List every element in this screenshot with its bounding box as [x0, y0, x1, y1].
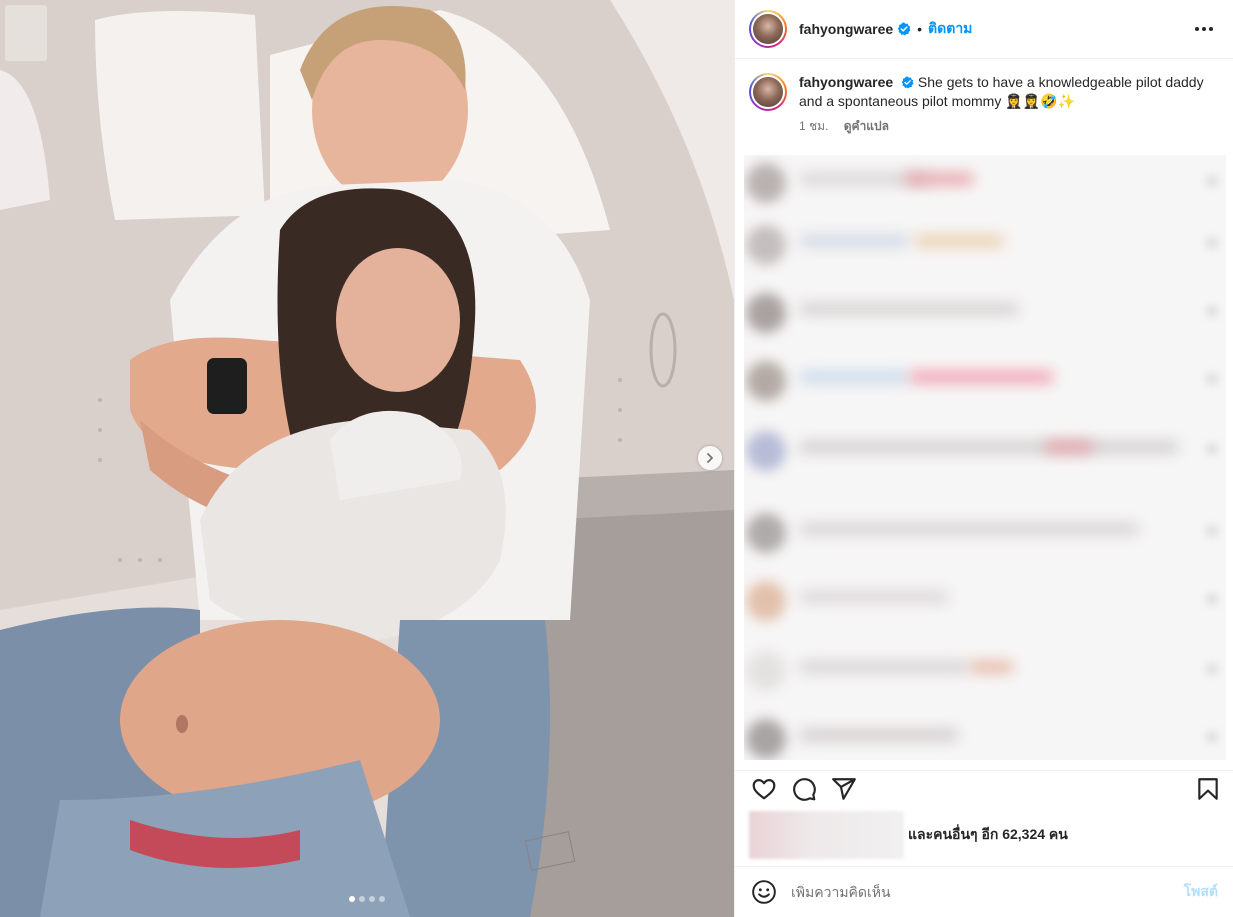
comment-bubble-icon[interactable]: [791, 776, 817, 802]
caption-avatar[interactable]: [749, 73, 787, 111]
caption-meta: 1 ชม. ดูคำแปล: [799, 117, 1219, 136]
post-side-panel: fahyongwaree • ติดตาม fahyongwaree She g…: [734, 0, 1233, 917]
avatar[interactable]: [749, 10, 787, 48]
comment-avatar: [746, 719, 786, 759]
comment-text-blurred: [969, 661, 1014, 673]
comment-like-icon[interactable]: [1206, 443, 1218, 455]
comment-item[interactable]: [744, 357, 1226, 407]
comment-avatar: [746, 513, 786, 553]
comment-item[interactable]: [744, 577, 1226, 627]
comment-text-blurred: [799, 591, 949, 603]
carousel-dot: [359, 896, 365, 902]
see-translation-link[interactable]: ดูคำแปล: [844, 119, 889, 133]
comments-list[interactable]: [744, 155, 1226, 760]
likes-summary[interactable]: และคนอื่นๆ อีก 62,324 คน: [749, 811, 1219, 859]
comment-item[interactable]: [744, 509, 1226, 559]
comment-text-blurred: [1044, 441, 1094, 453]
comment-item[interactable]: [744, 715, 1226, 760]
comment-text-blurred: [909, 371, 1054, 383]
comment-item[interactable]: [744, 647, 1226, 697]
comment-text-blurred: [799, 729, 959, 741]
carousel-dot: [369, 896, 375, 902]
author-username[interactable]: fahyongwaree: [799, 21, 893, 37]
caption-text-block: fahyongwaree She gets to have a knowledg…: [799, 73, 1219, 111]
comment-avatar: [746, 431, 786, 471]
comment-like-icon[interactable]: [1206, 237, 1218, 249]
comment-item[interactable]: [744, 221, 1226, 271]
comment-text-blurred: [799, 303, 1019, 315]
comment-text-blurred: [914, 235, 1004, 247]
comment-like-icon[interactable]: [1206, 525, 1218, 537]
comment-avatar: [746, 163, 786, 203]
smiley-icon[interactable]: [751, 879, 777, 905]
post-media[interactable]: [0, 0, 734, 917]
comment-like-icon[interactable]: [1206, 731, 1218, 743]
comment-text-blurred: [799, 371, 909, 383]
carousel-dot: [349, 896, 355, 902]
comment-like-icon[interactable]: [1206, 305, 1218, 317]
more-options-icon[interactable]: [1189, 21, 1219, 37]
comment-item[interactable]: [744, 427, 1226, 477]
comment-like-icon[interactable]: [1206, 373, 1218, 385]
comment-like-icon[interactable]: [1206, 593, 1218, 605]
comment-text-blurred: [799, 441, 1179, 453]
header-separator: •: [917, 21, 923, 37]
caption-username[interactable]: fahyongwaree: [799, 74, 893, 90]
bookmark-icon[interactable]: [1195, 776, 1221, 802]
comment-like-icon[interactable]: [1206, 175, 1218, 187]
comment-text-blurred: [799, 235, 909, 247]
paper-plane-icon[interactable]: [831, 776, 857, 802]
chevron-right-icon: [707, 453, 713, 463]
comment-item[interactable]: [744, 289, 1226, 339]
liked-by-blurred: [749, 811, 904, 859]
comment-avatar: [746, 581, 786, 621]
verified-badge-icon: [897, 22, 911, 36]
heart-icon[interactable]: [751, 776, 777, 802]
post-header: fahyongwaree • ติดตาม: [735, 0, 1233, 59]
follow-button[interactable]: ติดตาม: [928, 18, 972, 40]
add-comment-bar: โพสต์: [735, 866, 1233, 917]
comment-avatar: [746, 361, 786, 401]
comment-like-icon[interactable]: [1206, 663, 1218, 675]
comment-text-blurred: [904, 173, 974, 185]
carousel-next-button[interactable]: [698, 446, 722, 470]
comment-input[interactable]: [791, 884, 1176, 900]
comment-avatar: [746, 651, 786, 691]
comment-avatar: [746, 225, 786, 265]
comment-text-blurred: [799, 661, 969, 673]
corner-overlay: [5, 5, 47, 61]
post-timestamp[interactable]: 1 ชม.: [799, 119, 828, 133]
post-photo: [0, 0, 734, 917]
comment-avatar: [746, 293, 786, 333]
carousel-dot: [379, 896, 385, 902]
comment-item[interactable]: [744, 159, 1226, 209]
post-comment-button[interactable]: โพสต์: [1184, 881, 1218, 903]
likes-count-text[interactable]: และคนอื่นๆ อีก 62,324 คน: [908, 824, 1068, 846]
comment-text-blurred: [799, 523, 1139, 535]
verified-badge-icon: [901, 76, 914, 89]
post-caption: fahyongwaree She gets to have a knowledg…: [735, 59, 1233, 155]
carousel-indicator: [0, 896, 734, 902]
action-bar: [735, 770, 1233, 806]
